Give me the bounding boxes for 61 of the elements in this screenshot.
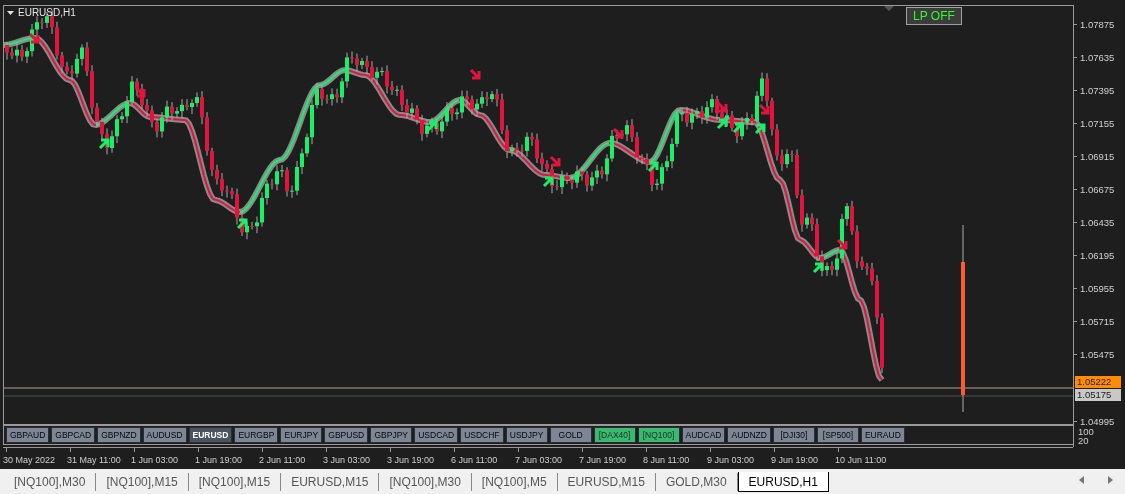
bid-price-label: 1.05175 [1075, 389, 1121, 401]
time-label: 2 Jun 11:00 [259, 455, 306, 465]
price-label: 1.06675 [1080, 183, 1115, 195]
symbol-button[interactable]: AUDNZD [727, 427, 771, 443]
price-label: 1.07875 [1080, 18, 1115, 30]
symbol-button[interactable]: GBPCAD [51, 427, 96, 443]
time-label: 3 Jun 03:00 [323, 455, 371, 465]
time-label: 7 Jun 03:00 [515, 455, 563, 465]
time-label: 8 Jun 11:00 [643, 455, 690, 465]
time-label: 9 Jun 03:00 [707, 455, 755, 465]
time-label: 10 Jun 11:00 [835, 455, 887, 465]
chart-tab[interactable]: EURUSD,H1 [737, 472, 829, 492]
chart-tab[interactable]: [NQ100],M15 [96, 473, 189, 491]
price-label: 1.05715 [1080, 316, 1115, 328]
chart-tab[interactable]: [NQ100],M5 [471, 473, 558, 491]
symbol-button[interactable]: [SP500] [816, 427, 859, 443]
symbol-button[interactable]: [NQ100] [637, 427, 680, 443]
symbol-button[interactable]: [DJI30] [772, 427, 815, 443]
symbol-button[interactable]: EURAUD [860, 427, 905, 443]
time-label: 9 Jun 19:00 [771, 455, 819, 465]
time-label: 3 Jun 19:00 [387, 455, 435, 465]
symbol-button[interactable]: USDCHF [460, 427, 504, 443]
symbol-button[interactable]: [DAX40] [593, 427, 636, 443]
time-label: 30 May 2022 [3, 455, 56, 465]
ask-price-label: 1.05222 [1075, 376, 1121, 388]
symbol-button[interactable]: GBPUSD [324, 427, 369, 443]
chart-tab[interactable]: EURUSD,M15 [557, 473, 656, 491]
symbol-button[interactable]: EURUSD [188, 427, 233, 443]
time-label: 7 Jun 19:00 [579, 455, 627, 465]
time-label: 6 Jun 11:00 [451, 455, 498, 465]
price-label: 1.06435 [1080, 216, 1115, 228]
chart-tab[interactable]: [NQ100],M15 [188, 473, 282, 491]
symbol-button[interactable]: GBPJPY [370, 427, 413, 443]
time-label: 1 Jun 03:00 [131, 455, 179, 465]
chart-title: EURUSD,H1 [18, 7, 76, 18]
price-label: 1.05475 [1080, 349, 1115, 361]
symbol-button[interactable]: USDCAD [414, 427, 459, 443]
price-label: 1.06915 [1080, 150, 1115, 162]
price-label: 1.04995 [1080, 415, 1115, 427]
price-label: 1.06195 [1080, 250, 1115, 262]
time-label: 1 Jun 19:00 [195, 455, 243, 465]
chart-tab[interactable]: GOLD,M30 [655, 473, 738, 491]
symbol-button[interactable]: USDJPY [505, 427, 548, 443]
price-label: 1.05955 [1080, 283, 1115, 295]
scale-label: 20 [1078, 436, 1090, 445]
chart-tab[interactable]: EURUSD,M15 [281, 473, 380, 491]
price-label: 1.07155 [1080, 117, 1115, 129]
scale-label: 100 [1078, 427, 1094, 436]
chart-tab[interactable]: [NQ100],M30 [379, 473, 472, 491]
symbol-button[interactable]: GBPAUD [6, 427, 50, 443]
price-label: 1.07635 [1080, 51, 1115, 63]
chart-tab[interactable]: [NQ100],M30 [4, 473, 97, 491]
time-label: 31 May 11:00 [67, 455, 121, 465]
symbol-button[interactable]: GBPNZD [97, 427, 141, 443]
symbol-button[interactable]: EURGBP [234, 427, 279, 443]
price-label: 1.07395 [1080, 84, 1115, 96]
symbol-button[interactable]: GOLD [549, 427, 592, 443]
lp-toggle-button[interactable]: LP OFF [906, 7, 962, 25]
symbol-button[interactable]: EURJPY [280, 427, 323, 443]
symbol-button[interactable]: AUDCAD [681, 427, 726, 443]
symbol-button[interactable]: AUDUSD [142, 427, 187, 443]
